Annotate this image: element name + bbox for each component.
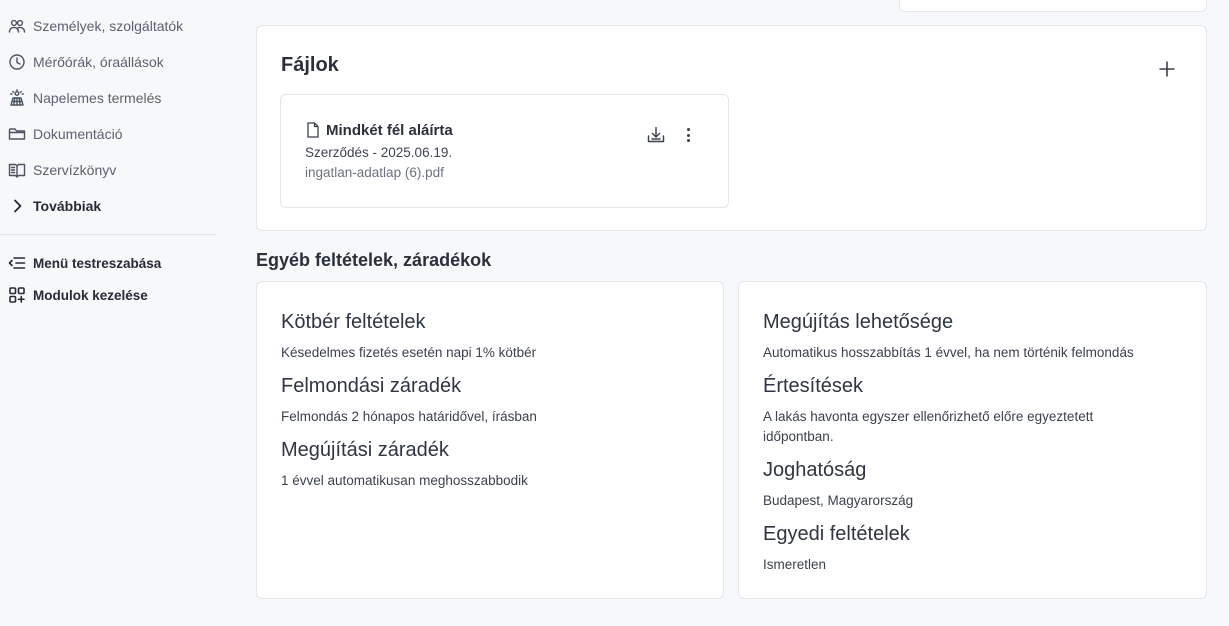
sidebar-item-label: Menü testreszabása <box>33 255 162 271</box>
sidebar-item-label: Személyek, szolgáltatók <box>33 18 184 34</box>
term-title: Egyedi feltételek <box>763 523 910 545</box>
list-indent-icon <box>8 254 26 272</box>
more-options-button[interactable] <box>683 126 693 144</box>
sidebar-item-label: Modulok kezelése <box>33 287 148 303</box>
term-title: Értesítések <box>763 375 864 397</box>
file-name: Mindkét fél aláírta <box>326 122 453 139</box>
terms-card-right: Megújítás lehetősége Automatikus hosszab… <box>738 281 1207 599</box>
sidebar-item-label: Szervízkönyv <box>33 162 117 178</box>
sidebar-item-documents[interactable]: Dokumentáció <box>0 116 216 152</box>
file-subtitle: Szerződés - 2025.06.19. <box>305 145 453 160</box>
sidebar-divider <box>0 234 216 235</box>
sidebar-item-label: Továbbiak <box>33 198 102 214</box>
customize-menu-button[interactable]: Menü testreszabása <box>0 247 216 279</box>
term-title: Megújítási záradék <box>281 439 449 461</box>
chevron-right-icon <box>8 197 26 215</box>
term-value: 1 évvel automatikusan meghosszabbodik <box>281 473 528 488</box>
sidebar-item-service-book[interactable]: Szervízkönyv <box>0 152 216 188</box>
file-item[interactable]: Mindkét fél aláírta Szerződés - 2025.06.… <box>280 94 729 208</box>
solar-panel-icon <box>8 89 26 107</box>
sidebar-item-meters[interactable]: Mérőórák, óraállások <box>0 44 216 80</box>
files-card: Fájlok Mindkét fél aláírta Szerződés - 2… <box>256 25 1207 231</box>
term-value: Ismeretlen <box>763 557 827 572</box>
sidebar-item-people[interactable]: Személyek, szolgáltatók <box>0 8 216 44</box>
term-title: Joghatóság <box>763 459 867 481</box>
sidebar-item-more[interactable]: Továbbiak <box>0 188 216 224</box>
people-icon <box>8 17 26 35</box>
document-icon <box>306 122 320 138</box>
sidebar-item-label: Napelemes termelés <box>33 90 162 106</box>
folder-icon <box>8 125 26 143</box>
term-value: Késedelmes fizetés esetén napi 1% kötbér <box>281 345 537 360</box>
clock-icon <box>8 53 26 71</box>
download-button[interactable] <box>646 125 666 145</box>
manage-modules-button[interactable]: Modulok kezelése <box>0 279 216 311</box>
term-value: Felmondás 2 hónapos határidővel, írásban <box>281 409 537 424</box>
terms-heading: Egyéb feltételek, záradékok <box>256 250 492 270</box>
term-value: A lakás havonta egyszer ellenőrizhető el… <box>763 409 1094 444</box>
term-value: Budapest, Magyarország <box>763 493 914 508</box>
term-title: Kötbér feltételek <box>281 311 426 333</box>
term-value: Automatikus hosszabbítás 1 évvel, ha nem… <box>763 345 1134 360</box>
term-title: Megújítás lehetősége <box>763 311 954 333</box>
previous-card <box>899 0 1207 12</box>
modules-grid-icon <box>8 286 26 304</box>
download-icon <box>647 126 665 143</box>
add-file-button[interactable] <box>1156 58 1178 80</box>
sidebar-item-label: Dokumentáció <box>33 126 123 142</box>
files-title: Fájlok <box>281 54 339 76</box>
book-icon <box>8 161 26 179</box>
sidebar: Személyek, szolgáltatók Mérőórák, óraáll… <box>0 0 216 626</box>
sidebar-item-label: Mérőórák, óraállások <box>33 54 164 70</box>
term-title: Felmondási záradék <box>281 375 462 397</box>
file-filename: ingatlan-adatlap (6).pdf <box>305 165 444 180</box>
sidebar-item-solar[interactable]: Napelemes termelés <box>0 80 216 116</box>
plus-icon <box>1159 61 1175 77</box>
terms-card-left: Kötbér feltételek Késedelmes fizetés ese… <box>256 281 724 599</box>
